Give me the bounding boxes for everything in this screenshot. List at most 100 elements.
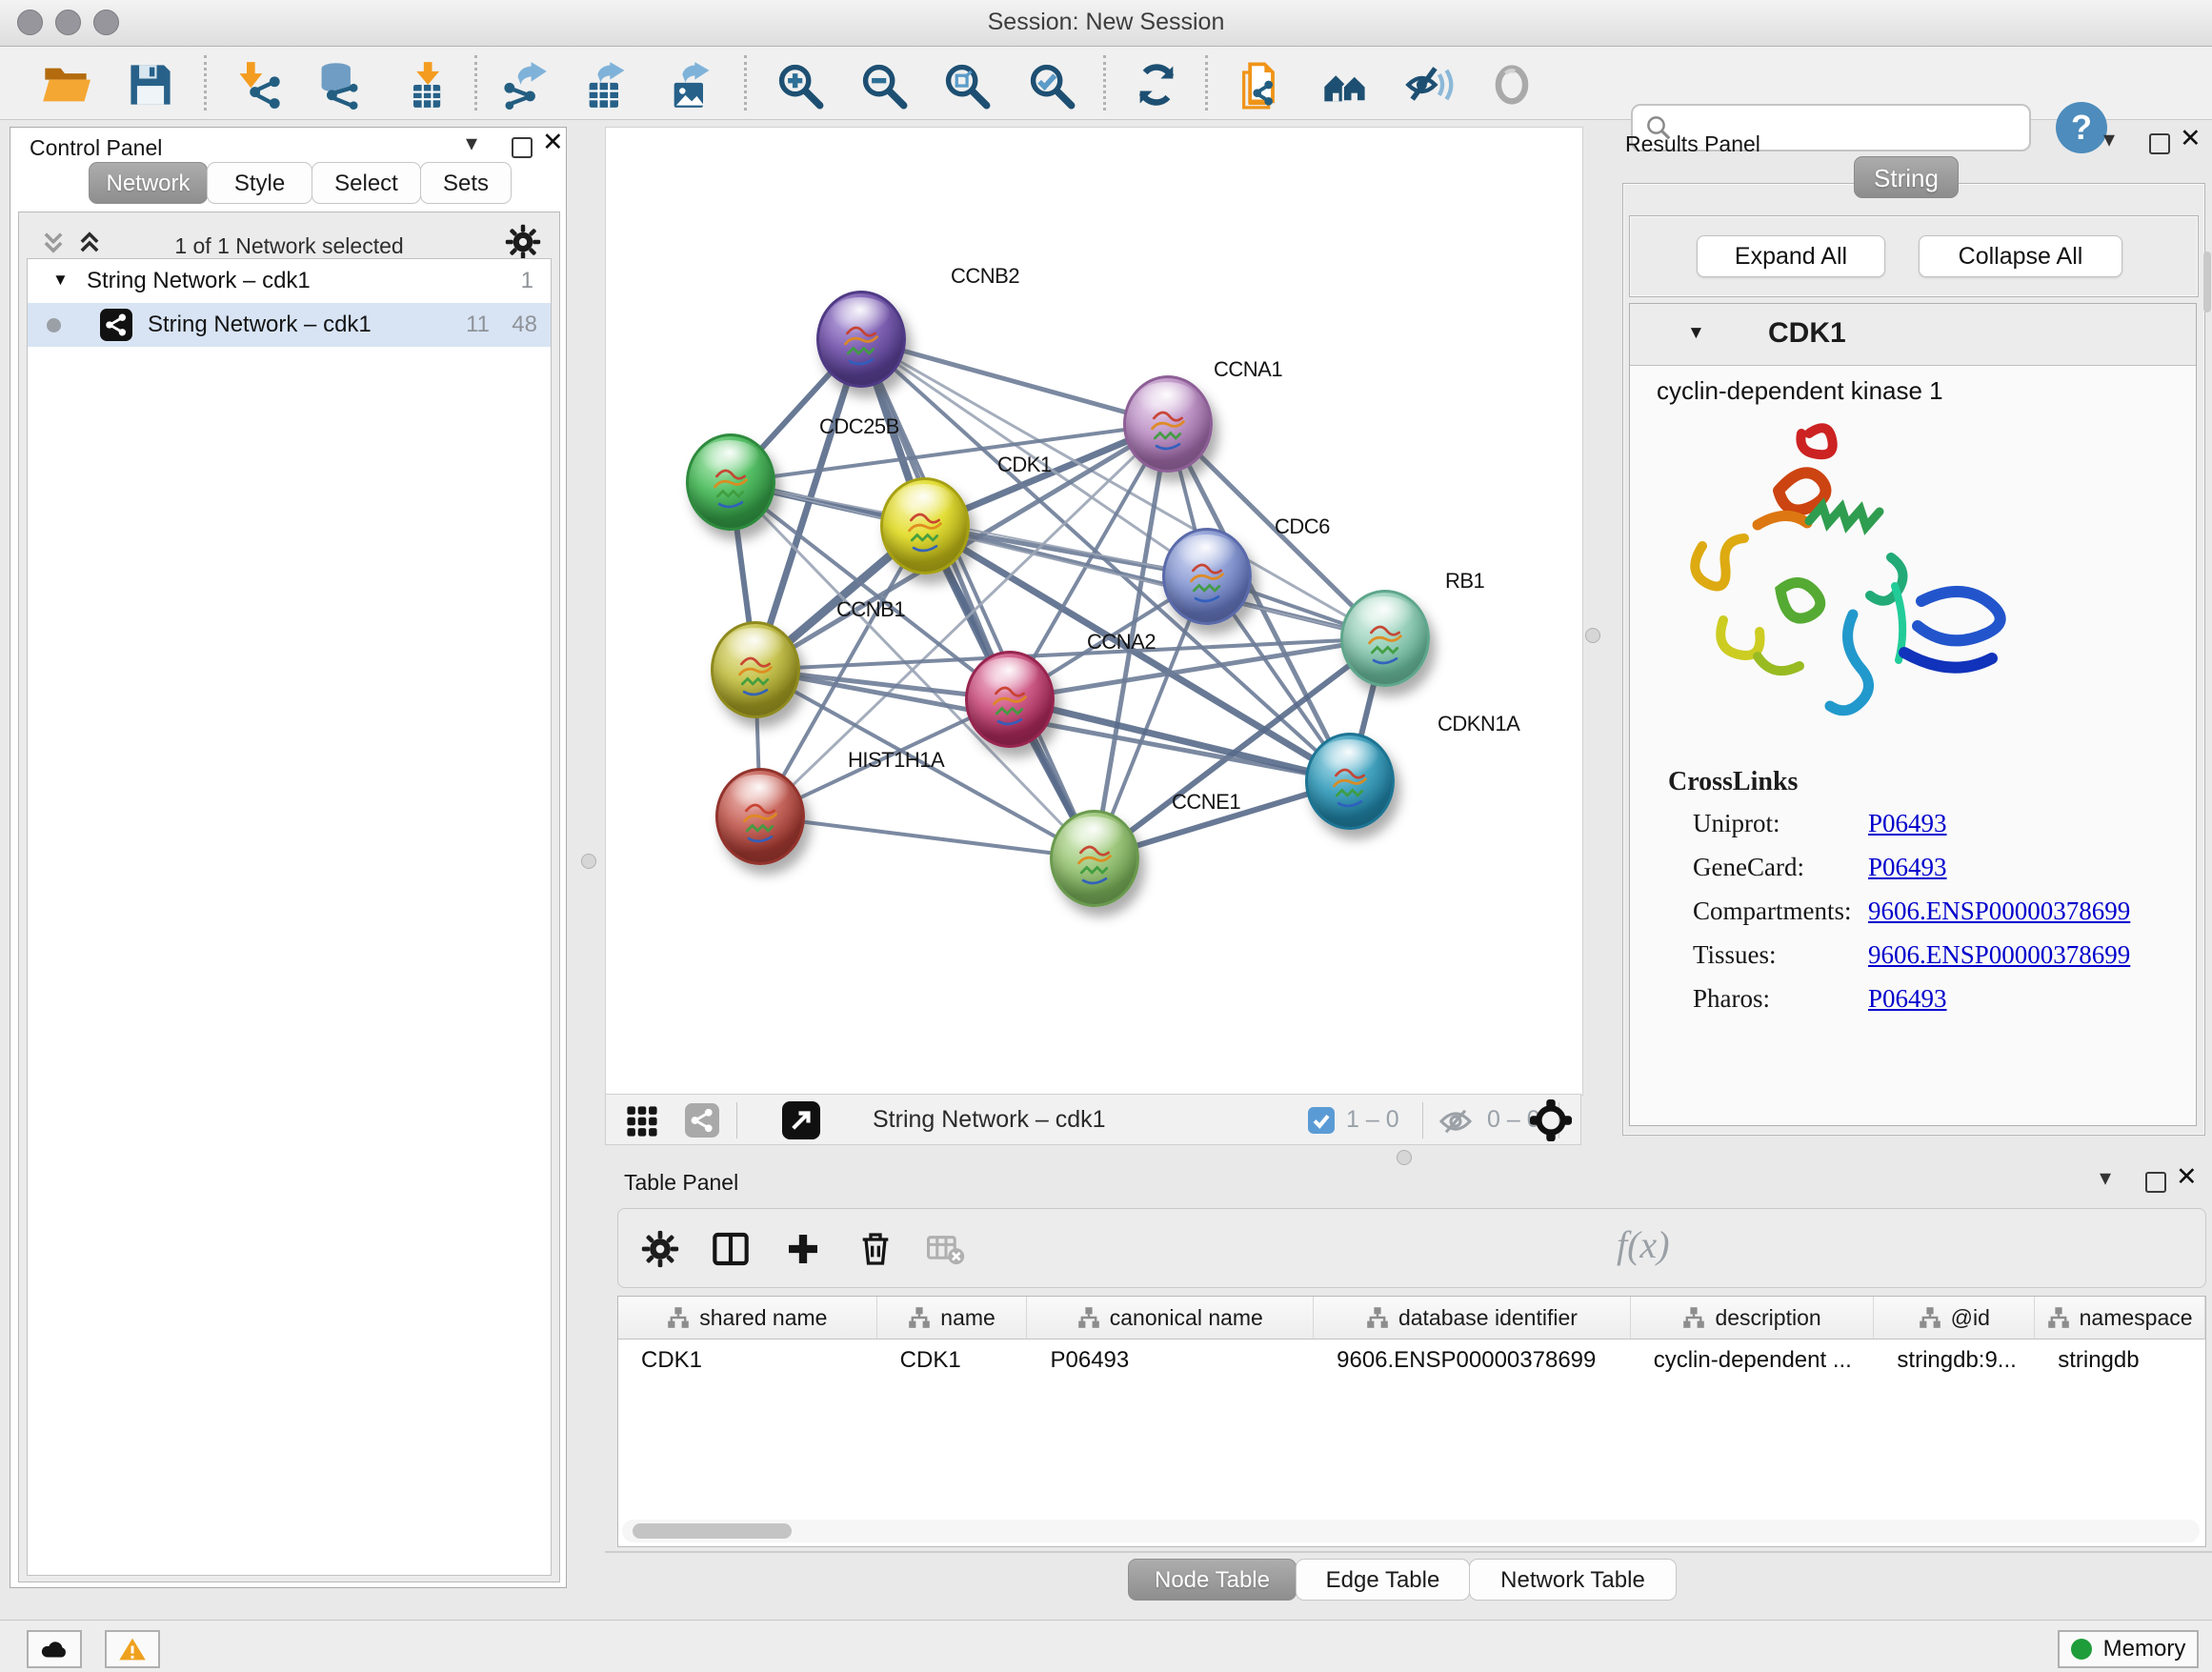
- tab-node-table[interactable]: Node Table: [1128, 1559, 1297, 1601]
- table-hscrollbar-thumb[interactable]: [633, 1523, 792, 1539]
- network-node-ccna1[interactable]: [1123, 375, 1213, 473]
- selected-checkbox-icon[interactable]: [1308, 1107, 1335, 1134]
- tab-network[interactable]: Network: [89, 162, 208, 204]
- table-cell[interactable]: stringdb: [2035, 1340, 2205, 1381]
- show-columns-icon[interactable]: [712, 1230, 750, 1268]
- tab-network-table[interactable]: Network Table: [1469, 1559, 1677, 1601]
- panel-menu-icon[interactable]: ▾: [466, 130, 477, 157]
- table-cell[interactable]: P06493: [1028, 1340, 1315, 1381]
- tab-string[interactable]: String: [1854, 156, 1959, 198]
- expand-all-button[interactable]: Expand All: [1697, 235, 1885, 277]
- tree-expand-icon[interactable]: ▼: [52, 271, 69, 290]
- network-node-ccnb2[interactable]: [816, 291, 906, 388]
- table-hscrollbar-track[interactable]: [622, 1520, 2200, 1542]
- table-cell[interactable]: stringdb:9...: [1874, 1340, 2035, 1381]
- network-node-cdc25b[interactable]: [686, 433, 775, 531]
- collapse-all-button[interactable]: Collapse All: [1919, 235, 2122, 277]
- horizontal-splitter-handle[interactable]: [1397, 1150, 1412, 1165]
- share-network-icon[interactable]: [685, 1103, 719, 1138]
- right-splitter-handle[interactable]: [1585, 628, 1600, 643]
- string-visibility-button[interactable]: [1399, 56, 1458, 113]
- network-node-cdk1[interactable]: [880, 477, 970, 574]
- tab-edge-table[interactable]: Edge Table: [1296, 1559, 1470, 1601]
- network-node-ccne1[interactable]: [1050, 810, 1139, 907]
- panel-menu-icon[interactable]: ▾: [2103, 126, 2115, 153]
- crosslink-uniprot-link[interactable]: P06493: [1868, 809, 1947, 838]
- column-header-name[interactable]: name: [877, 1297, 1028, 1339]
- column-label: shared name: [699, 1305, 827, 1331]
- network-row-selected[interactable]: String Network – cdk1 11 48: [28, 303, 551, 347]
- results-scrollbar-thumb[interactable]: [2203, 252, 2211, 312]
- birds-eye-view-icon[interactable]: [626, 1105, 658, 1138]
- export-network-file-button[interactable]: [494, 56, 553, 113]
- table-cell[interactable]: 9606.ENSP00000378699: [1314, 1340, 1631, 1381]
- column-header--id[interactable]: @id: [1874, 1297, 2035, 1339]
- import-network-file-button[interactable]: [230, 56, 289, 113]
- help-button[interactable]: ?: [2056, 102, 2107, 153]
- network-node-ccnb1[interactable]: [711, 621, 800, 718]
- zoom-out-button[interactable]: [854, 56, 913, 113]
- left-splitter-handle[interactable]: [581, 854, 596, 869]
- gear-icon[interactable]: [505, 224, 541, 260]
- crosshair-icon[interactable]: [1530, 1099, 1572, 1141]
- panel-close-icon[interactable]: ✕: [542, 128, 564, 157]
- panel-close-icon[interactable]: ✕: [2180, 124, 2202, 153]
- network-edge-CCNA2-CDKN1A[interactable]: [1010, 699, 1350, 781]
- tab-sets[interactable]: Sets: [420, 162, 512, 204]
- network-node-rb1[interactable]: [1340, 590, 1430, 687]
- export-image-icon: [666, 60, 715, 110]
- save-session-button[interactable]: [121, 56, 180, 113]
- automation-cloud-button[interactable]: [27, 1630, 82, 1668]
- delete-column-trash-icon[interactable]: [856, 1230, 895, 1268]
- open-in-new-window-icon[interactable]: [782, 1101, 820, 1139]
- column-header-namespace[interactable]: namespace: [2035, 1297, 2205, 1339]
- crosslink-compartments-link[interactable]: 9606.ENSP00000378699: [1868, 896, 2130, 926]
- table-row[interactable]: CDK1CDK1P064939606.ENSP00000378699cyclin…: [618, 1340, 2205, 1381]
- network-edge-HIST1H1A-CCNE1[interactable]: [760, 816, 1095, 858]
- column-header-description[interactable]: description: [1631, 1297, 1875, 1339]
- network-node-hist1h1a[interactable]: [715, 768, 805, 865]
- protein-ribbon-thumbnail: [1323, 755, 1377, 816]
- string-protein-query-button[interactable]: [1231, 56, 1290, 113]
- memory-button[interactable]: Memory: [2058, 1630, 2199, 1668]
- collapse-entry-icon[interactable]: ▼: [1687, 323, 1705, 344]
- zoom-selected-button[interactable]: [1021, 56, 1080, 113]
- panel-float-icon[interactable]: [512, 137, 533, 158]
- tab-select[interactable]: Select: [312, 162, 421, 204]
- export-image-button[interactable]: [661, 56, 720, 113]
- import-table-file-button[interactable]: [396, 56, 455, 113]
- column-header-canonical-name[interactable]: canonical name: [1027, 1297, 1314, 1339]
- import-network-database-button[interactable]: [310, 56, 369, 113]
- column-header-shared-name[interactable]: shared name: [618, 1297, 877, 1339]
- network-collection-row[interactable]: ▼ String Network – cdk1 1: [28, 259, 551, 303]
- network-node-ccna2[interactable]: [965, 651, 1055, 748]
- panel-float-icon[interactable]: [2145, 1172, 2166, 1193]
- string-home-button[interactable]: [1316, 56, 1375, 113]
- table-cell[interactable]: CDK1: [618, 1340, 877, 1381]
- table-cell[interactable]: cyclin-dependent ...: [1631, 1340, 1875, 1381]
- panel-float-icon[interactable]: [2149, 133, 2170, 154]
- zoom-in-button[interactable]: [770, 56, 829, 113]
- refresh-view-button[interactable]: [1127, 56, 1186, 113]
- hidden-eye-icon[interactable]: [1437, 1107, 1475, 1136]
- crosslink-label: Pharos:: [1693, 984, 1770, 1014]
- table-cell[interactable]: CDK1: [877, 1340, 1028, 1381]
- zoom-fit-button[interactable]: [936, 56, 995, 113]
- table-settings-gear-icon[interactable]: [641, 1230, 679, 1268]
- tab-style[interactable]: Style: [207, 162, 312, 204]
- export-table-file-button[interactable]: [576, 56, 635, 113]
- crosslink-pharos-link[interactable]: P06493: [1868, 984, 1947, 1014]
- panel-menu-icon[interactable]: ▾: [2100, 1164, 2111, 1192]
- column-header-database-identifier[interactable]: database identifier: [1314, 1297, 1631, 1339]
- warnings-button[interactable]: [105, 1630, 160, 1668]
- panel-close-icon[interactable]: ✕: [2176, 1162, 2198, 1192]
- network-node-cdc6[interactable]: [1162, 528, 1252, 625]
- open-session-button[interactable]: [36, 56, 95, 113]
- protein-card-header[interactable]: ▼ CDK1: [1630, 304, 2196, 366]
- add-column-icon[interactable]: [784, 1230, 822, 1268]
- crosslink-genecard-link[interactable]: P06493: [1868, 853, 1947, 882]
- network-node-cdkn1a[interactable]: [1305, 733, 1395, 830]
- network-canvas[interactable]: CCNB2CCNA1CDC25BCDK1CDC6RB1CCNB1CCNA2CDK…: [605, 127, 1583, 1096]
- crosslink-tissues-link[interactable]: 9606.ENSP00000378699: [1868, 940, 2130, 970]
- network-edge-CCNA1-HIST1H1A[interactable]: [760, 424, 1168, 816]
